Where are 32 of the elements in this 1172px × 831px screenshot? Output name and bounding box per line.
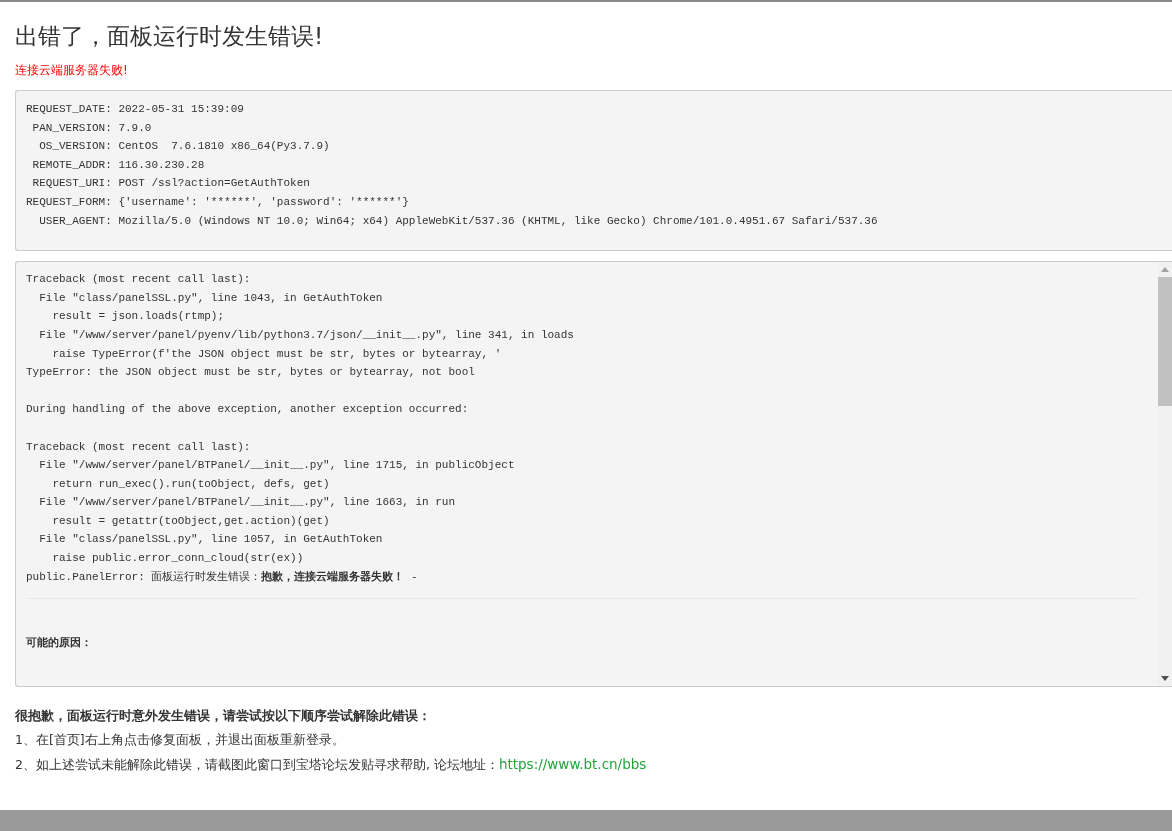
traceback-line: result = json.loads(rtmp);: [51, 309, 226, 325]
traceback-line: return run_exec().run(toObject, defs, get): [51, 476, 331, 492]
traceback-line: raise public.error_conn_cloud(str(ex)): [51, 551, 305, 567]
help-step: 1、在[首页]右上角点击修复面板，并退出面板重新登录。: [15, 728, 1172, 753]
request-info-line: USER_AGENT: Mozilla/5.0 (Windows NT 10.0; Win64; x64) AppleWebKit/537.36 (KHTML, like Gecko) Chrome/101.0.4951.67 Safari/537.36: [38, 213, 879, 229]
traceback-line: raise TypeError(f'the JSON object must be str, bytes or bytearray, ': [51, 346, 503, 362]
help-step: 2、如上述尝试未能解除此错误，请截图此窗口到宝塔论坛发贴寻求帮助, 论坛地址：: [15, 757, 499, 773]
causes-heading: 可能的原因：: [26, 635, 93, 651]
request-info-line: PAN_VERSION: 7.9.0: [31, 120, 153, 136]
request-info-line: REQUEST_FORM: {'username': '******', 'password': '******'}: [26, 194, 410, 210]
request-info-line: REQUEST_DATE: 2022-05-31 15:39:09: [26, 102, 245, 117]
scroll-up-icon[interactable]: [1161, 267, 1169, 273]
traceback-line: TypeError: the JSON object must be str, bytes or bytearray, not bool: [26, 365, 476, 381]
traceback-line: File "/www/server/panel/BTPanel/__init__.py", line 1663, in run: [38, 495, 457, 511]
request-info-line: REQUEST_URI: POST /ssl?action=GetAuthToken: [31, 176, 311, 192]
traceback-line: File "/www/server/panel/pyenv/lib/python3.7/json/__init__.py", line 341, in loads: [38, 327, 575, 343]
traceback-line: Traceback (most recent call last):: [26, 439, 252, 455]
help-heading: 很抱歉，面板运行时意外发生错误，请尝试按以下顺序尝试解除此错误：: [15, 707, 432, 726]
traceback-line: File "/www/server/panel/BTPanel/__init__.py", line 1715, in publicObject: [38, 458, 516, 474]
forum-link[interactable]: https://www.bt.cn/bbs: [498, 756, 647, 773]
scroll-down-icon[interactable]: [1161, 676, 1169, 682]
error-message: 连接云端服务器失败!: [15, 62, 129, 79]
traceback-line: File "class/panelSSL.py", line 1043, in GetAuthToken: [38, 290, 384, 306]
traceback-line: public.PanelError: 面板运行时发生错误：抱歉，连接云端服务器失败！ -: [26, 569, 419, 585]
traceback-line: result = getattr(toObject,get.action)(get): [51, 513, 331, 529]
request-info-line: REMOTE_ADDR: 116.30.230.28: [31, 157, 206, 173]
traceback-line: Traceback (most recent call last):: [26, 272, 252, 288]
traceback-line: File "class/panelSSL.py", line 1057, in GetAuthToken: [38, 532, 384, 548]
scrollbar-thumb[interactable]: [1158, 277, 1172, 407]
error-title: 出错了，面板运行时发生错误!: [15, 22, 325, 51]
request-info-line: OS_VERSION: CentOS 7.6.1810 x86_64(Py3.7.9): [38, 139, 331, 155]
traceback-line: During handling of the above exception, another exception occurred:: [26, 402, 470, 418]
